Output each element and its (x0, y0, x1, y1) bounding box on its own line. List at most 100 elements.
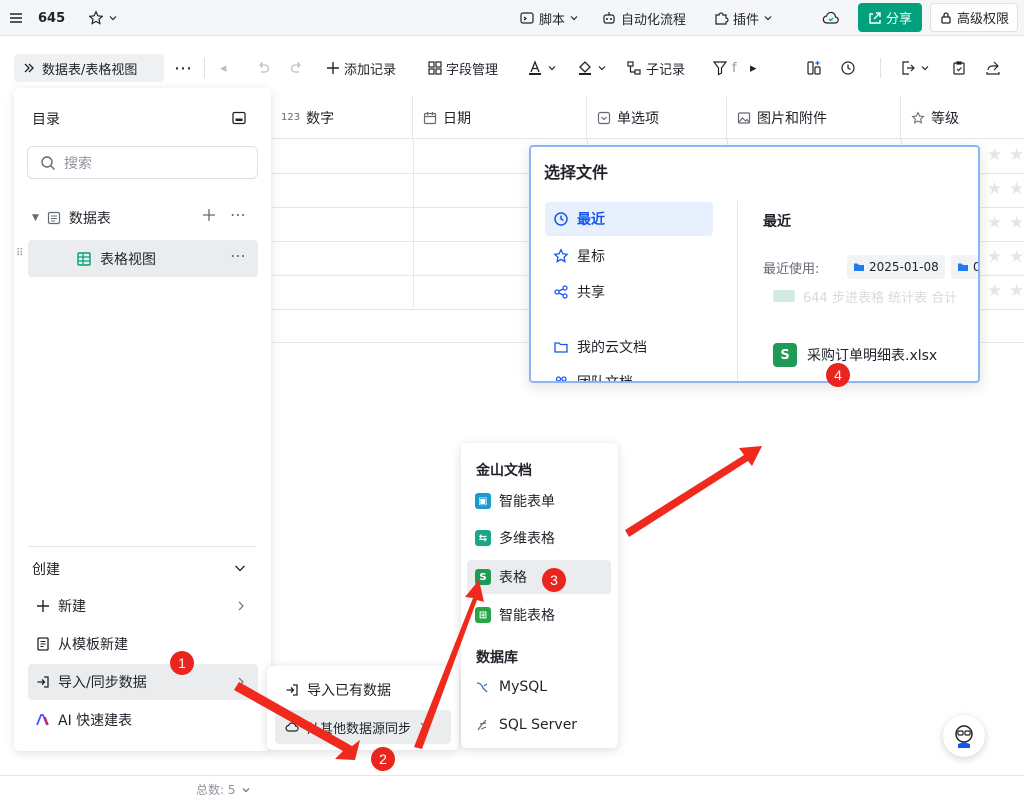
column-header-attachment[interactable]: 图片和附件 (727, 97, 901, 139)
rating-star-icon[interactable]: ★ (1009, 179, 1024, 199)
column-divider (413, 139, 414, 307)
nav-my-cloud-docs[interactable]: 我的云文档 (545, 330, 713, 364)
tree-item-table[interactable]: ▼ 数据表 (28, 200, 258, 236)
tree-item-grid-view[interactable]: 表格视图 (28, 240, 258, 277)
view-switch-button[interactable]: 数据表/表格视图 (14, 54, 164, 82)
field-manage-button[interactable]: 字段管理 (428, 56, 498, 80)
more-tools-icon[interactable]: ▸ (750, 56, 757, 80)
smart-form-icon: ▣ (475, 493, 491, 509)
rating-star-icon[interactable]: ★ (1009, 145, 1024, 165)
source-spreadsheet[interactable]: S 表格 (467, 560, 611, 594)
undo-icon[interactable] (255, 56, 271, 80)
rating-star-icon[interactable]: ★ (987, 179, 1002, 199)
spreadsheet-file-icon: S (773, 343, 797, 367)
source-smart-spreadsheet[interactable]: ⊞ 智能表格 (467, 598, 611, 632)
import-sync-item[interactable]: 导入/同步数据 (28, 664, 258, 700)
nav-recent[interactable]: 最近 (545, 202, 713, 236)
rating-star-icon[interactable]: ★ (987, 281, 1002, 301)
file-row-purchase-order[interactable]: S 采购订单明细表.xlsx (773, 343, 937, 367)
catalog-panel: 目录 搜索 ▼ 数据表 ⋯ ⠿ 表格视图 ⋯ 创建 新建 从模板新建 导入/同步… (14, 88, 271, 751)
divider (28, 546, 256, 547)
select-file-dialog: 选择文件 最近 星标 共享 我的云文档 团队文档 最近 最近使用: 2025-0… (529, 145, 980, 383)
advanced-permission-button[interactable]: 高级权限 (930, 3, 1018, 32)
column-header-number[interactable]: 123 数字 (271, 97, 413, 139)
rating-star-icon[interactable]: ★ (987, 145, 1002, 165)
source-mysql[interactable]: MySQL (467, 670, 611, 704)
favorite-star-icon[interactable] (88, 0, 118, 36)
nav-shared[interactable]: 共享 (545, 275, 713, 309)
create-new-item[interactable]: 新建 (28, 588, 258, 624)
rating-star-icon[interactable]: ★ (987, 247, 1002, 267)
plugin-button[interactable]: 插件 (713, 0, 773, 36)
add-table-icon[interactable] (202, 208, 216, 222)
share-nodes-icon (554, 285, 568, 299)
section-title-kingsoft-docs: 金山文档 (476, 463, 532, 479)
source-sql-server[interactable]: SQL Server (467, 708, 611, 742)
chevron-down-icon (109, 16, 117, 21)
collapse-panel-icon[interactable] (231, 110, 247, 126)
ai-quick-create-item[interactable]: AI 快速建表 (28, 702, 258, 738)
rating-star-icon[interactable]: ★ (1009, 213, 1024, 233)
step-marker-2: 2 (371, 747, 395, 771)
text-color-icon (529, 60, 541, 75)
column-header-single-select[interactable]: 单选项 (587, 97, 727, 139)
hierarchy-icon (627, 61, 641, 75)
annotation-arrow (625, 446, 762, 537)
automation-button[interactable]: 自动化流程 (601, 0, 686, 36)
nav-team-docs[interactable]: 团队文档 (545, 365, 713, 381)
collapse-left-icon[interactable]: ◂ (220, 56, 227, 80)
panel-title: 目录 (32, 112, 60, 128)
more-icon[interactable]: ⋯ (174, 56, 193, 80)
total-count[interactable]: 总数: 5 (196, 781, 251, 798)
import-submenu: 导入已有数据 从其他数据源同步 (267, 666, 459, 750)
nav-starred[interactable]: 星标 (545, 239, 713, 273)
star-icon (911, 110, 925, 124)
column-header-date[interactable]: 日期 (413, 97, 587, 139)
rating-star-icon[interactable]: ★ (1009, 281, 1024, 301)
faded-file-row[interactable]: 644 步进表格 统计表 合计 (773, 288, 957, 304)
folder-icon (554, 342, 568, 353)
table-more-icon[interactable]: ⋯ (230, 205, 246, 224)
recent-folder-chip[interactable]: 2025-01-08 (847, 255, 945, 279)
create-from-template-item[interactable]: 从模板新建 (28, 626, 258, 662)
fill-color-button[interactable] (577, 56, 607, 80)
view-layout-icon[interactable] (806, 56, 822, 80)
doc-title[interactable]: 645 (38, 0, 65, 36)
drag-handle-icon[interactable]: ⠿ (16, 249, 23, 259)
sub-record-button[interactable]: 子记录 (626, 56, 685, 80)
create-section-title: 创建 (32, 562, 60, 578)
redo-icon[interactable] (289, 56, 305, 80)
cloud-sync-icon[interactable] (822, 0, 840, 36)
column-header-rating[interactable]: 等级 (901, 97, 1024, 139)
history-icon[interactable] (840, 56, 856, 80)
rating-star-icon[interactable]: ★ (987, 213, 1002, 233)
rating-star-icon[interactable]: ★ (1009, 247, 1024, 267)
source-smart-form[interactable]: ▣ 智能表单 (467, 484, 611, 518)
export-button[interactable] (900, 56, 930, 80)
recent-folder-chip[interactable]: 0 (951, 255, 978, 279)
share-button[interactable]: 分享 (858, 3, 922, 32)
view-more-icon[interactable]: ⋯ (230, 246, 246, 265)
calendar-icon (423, 111, 437, 124)
import-existing-item[interactable]: 导入已有数据 (275, 673, 451, 707)
caret-down-icon[interactable]: ▼ (32, 213, 39, 223)
divider (204, 58, 205, 78)
chevron-right-icon (236, 600, 246, 612)
share-icon (869, 11, 881, 24)
search-input[interactable]: 搜索 (27, 146, 258, 179)
clipboard-check-icon[interactable] (951, 56, 967, 80)
recent-section-title: 最近 (763, 214, 791, 230)
filter-button[interactable]: f (712, 56, 737, 80)
text-color-button[interactable] (527, 56, 557, 80)
divider (880, 58, 881, 78)
source-multi-table[interactable]: ⇆ 多维表格 (467, 521, 611, 555)
search-icon (41, 155, 55, 170)
sync-other-source-item[interactable]: 从其他数据源同步 (275, 710, 451, 744)
script-button[interactable]: 脚本 (519, 0, 579, 36)
add-record-button[interactable]: 添加记录 (326, 56, 396, 80)
menu-icon[interactable] (8, 0, 24, 36)
assistant-avatar[interactable] (943, 715, 985, 757)
ai-icon (36, 714, 49, 726)
chevron-down-icon[interactable] (233, 561, 247, 575)
share-out-icon[interactable] (985, 56, 1001, 80)
